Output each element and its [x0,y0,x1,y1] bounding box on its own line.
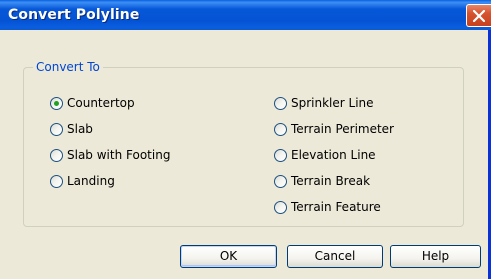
ok-button[interactable]: OK [180,245,277,268]
cancel-button[interactable]: Cancel [287,245,383,268]
radio-button-icon [274,148,287,162]
radio-button-icon [50,148,63,162]
radio-button-icon [50,96,63,110]
close-icon [473,10,485,22]
radio-label: Slab [67,122,93,136]
radio-landing[interactable]: Landing [50,173,115,189]
radio-label: Elevation Line [291,148,376,162]
radio-button-icon [274,200,287,214]
radio-elevation-line[interactable]: Elevation Line [274,147,376,163]
radio-label: Sprinkler Line [291,96,374,110]
close-button[interactable] [466,4,491,27]
title-bar[interactable]: Convert Polyline [0,0,491,30]
radio-slab[interactable]: Slab [50,121,93,137]
radio-terrain-feature[interactable]: Terrain Feature [274,199,381,215]
radio-label: Terrain Feature [291,200,381,214]
radio-button-icon [50,122,63,136]
radio-button-icon [274,174,287,188]
radio-countertop[interactable]: Countertop [50,95,135,111]
window-title: Convert Polyline [8,7,140,23]
convert-polyline-dialog: Convert Polyline Convert To Countertop S… [0,0,491,279]
radio-slab-with-footing[interactable]: Slab with Footing [50,147,170,163]
radio-terrain-perimeter[interactable]: Terrain Perimeter [274,121,394,137]
radio-label: Countertop [67,96,135,110]
radio-label: Terrain Break [291,174,371,188]
radio-label: Terrain Perimeter [291,122,394,136]
convert-to-label: Convert To [33,60,103,74]
radio-sprinkler-line[interactable]: Sprinkler Line [274,95,374,111]
radio-button-icon [50,174,63,188]
help-button[interactable]: Help [390,245,481,268]
radio-button-icon [274,122,287,136]
radio-label: Slab with Footing [67,148,171,162]
radio-button-icon [274,96,287,110]
radio-terrain-break[interactable]: Terrain Break [274,173,370,189]
radio-label: Landing [67,174,115,188]
